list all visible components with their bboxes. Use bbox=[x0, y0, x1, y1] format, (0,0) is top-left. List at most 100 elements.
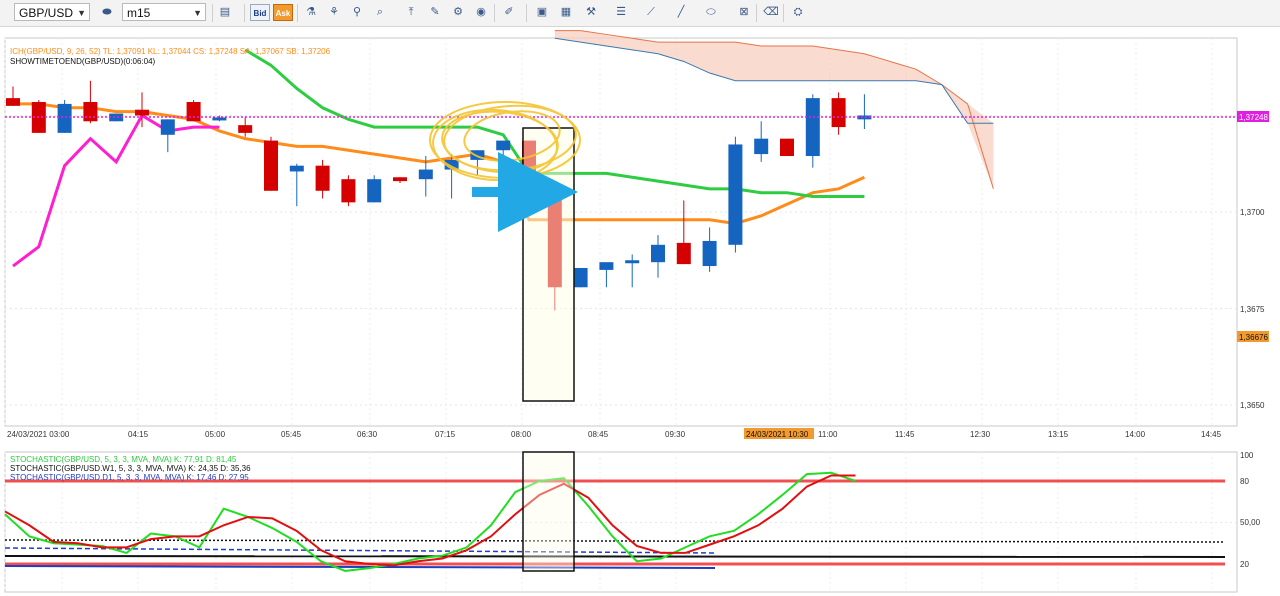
time-cursor-label: 24/03/2021 10:30 bbox=[746, 430, 809, 439]
timer-legend: SHOWTIMETOEND(GBP/USD)(0:06:04) bbox=[10, 57, 156, 66]
print-icon[interactable]: ▦ bbox=[557, 4, 575, 21]
time-tick: 13:15 bbox=[1048, 430, 1069, 439]
timeframe-value: m15 bbox=[127, 6, 151, 20]
candle-body bbox=[289, 165, 304, 172]
time-tick: 05:45 bbox=[281, 430, 302, 439]
bid-button[interactable]: Bid bbox=[250, 4, 270, 21]
stoch-axis: 100 80 50,00 20 bbox=[1240, 451, 1261, 569]
time-tick: 24/03/2021 03:00 bbox=[7, 430, 70, 439]
bar-chart-icon[interactable]: ⚗ bbox=[302, 4, 320, 21]
time-tick: 14:00 bbox=[1125, 430, 1146, 439]
chart-type-icon[interactable]: ⬬ bbox=[98, 4, 116, 21]
candle-body bbox=[496, 140, 511, 151]
toolbar-divider bbox=[212, 4, 213, 22]
close-icon[interactable]: ⊠ bbox=[735, 4, 753, 21]
candle-body bbox=[780, 138, 794, 157]
candle-body bbox=[754, 138, 769, 155]
price-chart[interactable]: ICH(GBP/USD, 9, 26, 52) TL: 1,37091 KL: … bbox=[0, 26, 1280, 596]
line-icon[interactable]: ╱ bbox=[672, 4, 690, 21]
zoom-fit-icon[interactable]: ⤒ bbox=[402, 4, 420, 21]
chevron-down-icon[interactable]: ▼ bbox=[77, 4, 86, 22]
time-tick: 11:45 bbox=[895, 430, 915, 439]
candle-body bbox=[625, 260, 640, 264]
toolbar-divider bbox=[244, 4, 245, 22]
screenshot-icon[interactable]: ▣ bbox=[533, 4, 551, 21]
time-axis: 24/03/2021 03:00 04:15 05:00 05:45 06:30 07:1… bbox=[7, 430, 1222, 439]
candle-body bbox=[728, 144, 743, 245]
globe-icon[interactable]: ◉ bbox=[472, 4, 490, 21]
current-price-label: 1,37248 bbox=[1239, 113, 1268, 122]
ellipse-icon[interactable]: ⬭ bbox=[702, 4, 720, 21]
stoch-tick: 80 bbox=[1240, 477, 1249, 486]
candle-body bbox=[238, 125, 253, 133]
stoch-d1-legend: STOCHASTIC(GBP/USD.D1, 5, 3, 3, MVA, MVA… bbox=[10, 473, 249, 482]
stoch-d1-d-line bbox=[4, 555, 1226, 558]
eraser-icon[interactable]: ⌫ bbox=[762, 4, 780, 21]
candle-body bbox=[83, 101, 98, 122]
zoom-out-icon[interactable]: ⌕ bbox=[371, 4, 389, 21]
bar-style-icon[interactable]: ▤ bbox=[216, 4, 234, 21]
candle-body bbox=[676, 242, 691, 265]
ask-button[interactable]: Ask bbox=[273, 4, 293, 21]
text-tool-icon[interactable]: ✎ bbox=[426, 4, 444, 21]
candle-body bbox=[702, 240, 717, 267]
time-tick: 09:30 bbox=[665, 430, 686, 439]
zoom-in-icon[interactable]: ⚲ bbox=[348, 4, 366, 21]
candle-icon[interactable]: ⚘ bbox=[325, 4, 343, 21]
time-tick: 05:00 bbox=[205, 430, 226, 439]
time-tick: 08:45 bbox=[588, 430, 609, 439]
candle-body bbox=[651, 244, 665, 263]
time-tick: 07:15 bbox=[435, 430, 456, 439]
objects-icon[interactable]: ⛭ bbox=[789, 4, 807, 21]
toolbar-divider bbox=[494, 4, 495, 22]
candle-body bbox=[135, 109, 149, 116]
candle-body bbox=[805, 98, 820, 157]
symbol-select[interactable]: GBP/USD ▼ bbox=[14, 3, 90, 21]
candle-body bbox=[831, 98, 846, 128]
candle-body bbox=[418, 169, 433, 180]
stoch-tick: 50,00 bbox=[1240, 518, 1261, 527]
candle-body bbox=[186, 101, 201, 122]
candle-body bbox=[393, 177, 407, 182]
time-tick: 14:45 bbox=[1201, 430, 1222, 439]
toolbar: GBP/USD ▼ ⬬ m15 ▼ ▤ Bid Ask ⚗ ⚘ ⚲ ⌕ ⤒ ✎ … bbox=[0, 0, 1280, 27]
templates-icon[interactable]: ⚙ bbox=[449, 4, 467, 21]
stoch-m15-legend: STOCHASTIC(GBP/USD, 5, 3, 3, MVA, MVA) K… bbox=[10, 455, 237, 464]
chevron-down-icon[interactable]: ▼ bbox=[193, 4, 202, 22]
stoch-tick: 100 bbox=[1240, 451, 1254, 460]
candle-body bbox=[367, 179, 382, 203]
candle-body bbox=[212, 117, 227, 121]
marker-price-label: 1,36676 bbox=[1239, 333, 1268, 342]
price-axis: 1,3700 1,3675 1,3650 1,37248 1,36676 bbox=[1237, 111, 1269, 410]
settings-icon[interactable]: ⚒ bbox=[582, 4, 600, 21]
candle-body bbox=[315, 165, 330, 191]
candle-body bbox=[57, 103, 72, 133]
main-pane bbox=[4, 37, 1238, 427]
candle-body bbox=[264, 140, 278, 191]
time-tick: 12:30 bbox=[970, 430, 991, 439]
toolbar-divider bbox=[526, 4, 527, 22]
pencil-icon[interactable]: ✐ bbox=[500, 4, 518, 21]
candle-body bbox=[6, 98, 20, 106]
price-tick: 1,3675 bbox=[1240, 305, 1265, 314]
indicators-icon[interactable]: ☰ bbox=[612, 4, 630, 21]
trend-line-icon[interactable]: ⟋ bbox=[642, 4, 660, 21]
time-tick: 08:00 bbox=[511, 430, 532, 439]
toolbar-divider bbox=[783, 4, 784, 22]
symbol-value: GBP/USD bbox=[19, 6, 74, 20]
time-tick: 11:00 bbox=[818, 430, 838, 439]
stoch-w1-legend: STOCHASTIC(GBP/USD.W1, 5, 3, 3, MVA, MVA… bbox=[10, 464, 251, 473]
candle-body bbox=[599, 262, 614, 270]
stoch-highlight-box[interactable] bbox=[522, 451, 575, 572]
stoch-tick: 20 bbox=[1240, 560, 1249, 569]
time-tick: 04:15 bbox=[128, 430, 149, 439]
price-tick: 1,3650 bbox=[1240, 401, 1265, 410]
timeframe-select[interactable]: m15 ▼ bbox=[122, 3, 206, 21]
candle-body bbox=[341, 179, 356, 203]
time-tick: 06:30 bbox=[357, 430, 378, 439]
toolbar-divider bbox=[297, 4, 298, 22]
price-tick: 1,3700 bbox=[1240, 208, 1265, 217]
toolbar-divider bbox=[756, 4, 757, 22]
candle-body bbox=[573, 267, 588, 288]
ich-legend: ICH(GBP/USD, 9, 26, 52) TL: 1,37091 KL: … bbox=[10, 47, 331, 56]
